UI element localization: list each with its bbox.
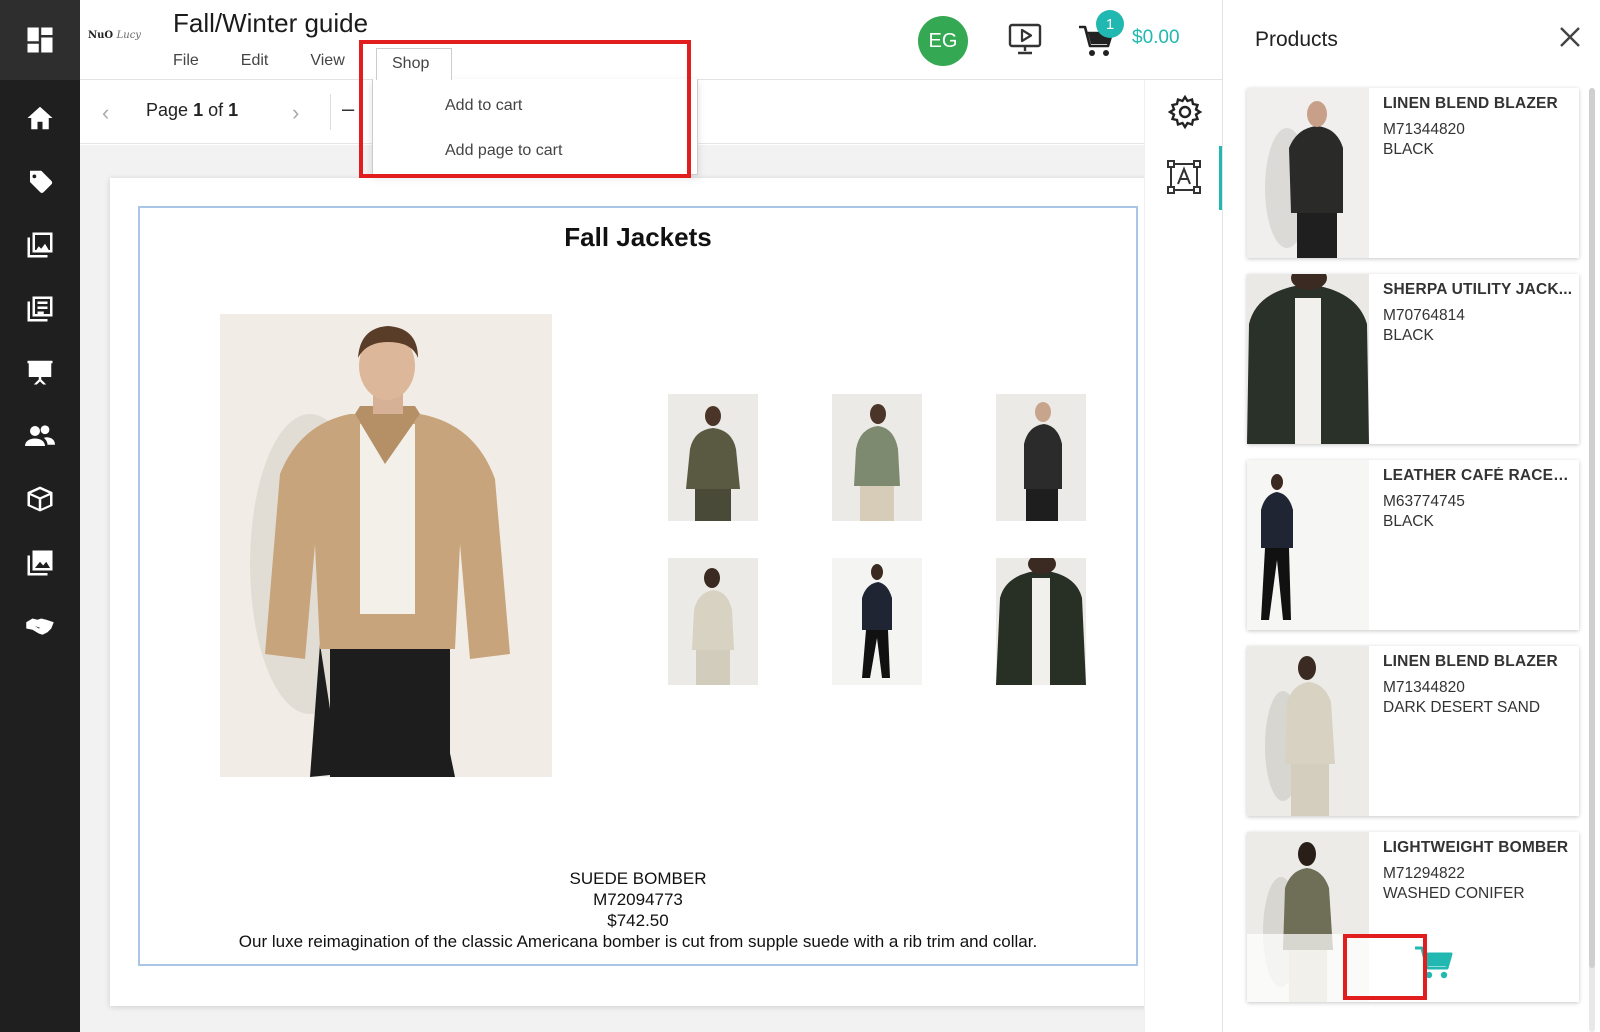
product-card-name: LINEN BLEND BLAZER xyxy=(1383,653,1558,670)
page-frame[interactable]: Fall Jackets SUEDE BOMBER M72094773 $742… xyxy=(138,206,1138,966)
page-current: 1 xyxy=(193,100,204,120)
nav-partners[interactable] xyxy=(0,606,80,646)
menu-item-add-to-cart[interactable]: Add to cart xyxy=(445,97,522,115)
previous-page-button[interactable]: ‹ xyxy=(102,100,109,126)
product-thumbnail[interactable] xyxy=(668,394,758,521)
nav-customers[interactable] xyxy=(0,416,80,456)
panel-title: Products xyxy=(1255,28,1338,51)
document-page[interactable]: Fall Jackets SUEDE BOMBER M72094773 $742… xyxy=(110,178,1170,1006)
product-card-image xyxy=(1247,460,1369,630)
document-title[interactable]: Fall/Winter guide xyxy=(173,8,368,39)
product-card[interactable]: LINEN BLEND BLAZER M71344820 BLACK xyxy=(1247,88,1579,258)
tool-strip xyxy=(1144,80,1223,1032)
product-card-image xyxy=(1247,274,1369,444)
close-panel-button[interactable] xyxy=(1559,24,1581,54)
nav-home[interactable] xyxy=(0,98,80,138)
nav-products[interactable] xyxy=(0,479,80,519)
menu-file[interactable]: File xyxy=(173,52,199,70)
nav-presentations[interactable] xyxy=(0,352,80,392)
nav-images[interactable] xyxy=(0,543,80,583)
presentation-board-icon xyxy=(27,360,53,385)
dashboard-button[interactable] xyxy=(0,0,80,80)
product-card-color: BLACK xyxy=(1383,141,1434,158)
product-thumbnail[interactable] xyxy=(832,394,922,521)
product-card-name: LINEN BLEND BLAZER xyxy=(1383,95,1558,112)
users-icon xyxy=(25,425,55,446)
product-card-name: LEATHER CAFÉ RACE J... xyxy=(1383,467,1573,484)
product-caption[interactable]: SUEDE BOMBER M72094773 $742.50 Our luxe … xyxy=(140,868,1136,952)
app-header: NuO Lucy Fall/Winter guide File Edit Vie… xyxy=(80,0,1222,80)
product-card-sku: M63774745 xyxy=(1383,493,1465,510)
text-box-icon[interactable] xyxy=(1167,160,1201,194)
product-card-sku: M71344820 xyxy=(1383,679,1465,696)
product-thumbnail[interactable] xyxy=(996,394,1086,521)
product-price: $742.50 xyxy=(607,911,669,930)
product-card[interactable]: SHERPA UTILITY JACK... M70764814 BLACK xyxy=(1247,274,1579,444)
user-avatar[interactable]: EG xyxy=(918,16,968,66)
menu-shop[interactable]: Shop xyxy=(376,48,452,80)
logo-script: Lucy xyxy=(116,30,141,41)
nav-tags[interactable] xyxy=(0,162,80,202)
menu-view[interactable]: View xyxy=(310,52,344,70)
hero-product-image[interactable] xyxy=(220,314,552,777)
page-total: 1 xyxy=(228,100,239,120)
home-icon xyxy=(27,106,53,130)
document-list-icon xyxy=(27,296,53,322)
product-sku: M72094773 xyxy=(593,890,683,909)
product-card[interactable]: LEATHER CAFÉ RACE J... M63774745 BLACK xyxy=(1247,460,1579,630)
product-card-name: SHERPA UTILITY JACK... xyxy=(1383,281,1573,298)
page-heading[interactable]: Fall Jackets xyxy=(140,222,1136,253)
product-thumbnail[interactable] xyxy=(668,558,758,685)
menu-bar: File Edit View xyxy=(173,52,387,70)
product-card-sku: M70764814 xyxy=(1383,307,1465,324)
brand-logo[interactable]: NuO Lucy xyxy=(88,30,141,41)
of-word: of xyxy=(208,100,224,120)
logo-text: NuO xyxy=(88,30,114,41)
product-name: SUEDE BOMBER xyxy=(569,869,707,888)
cart-count-badge: 1 xyxy=(1096,10,1124,38)
panel-scrollbar-thumb[interactable] xyxy=(1589,88,1595,968)
page-indicator: Page 1 of 1 xyxy=(146,100,238,121)
gear-icon[interactable] xyxy=(1167,94,1203,130)
product-card[interactable]: LIGHTWEIGHT BOMBER M71294822 WASHED CONI… xyxy=(1247,832,1579,1002)
image-icon xyxy=(27,550,53,576)
menu-item-add-page-to-cart[interactable]: Add page to cart xyxy=(445,142,562,160)
zoom-out-button[interactable]: – xyxy=(342,96,354,122)
product-card-color: BLACK xyxy=(1383,327,1434,344)
add-to-cart-icon[interactable] xyxy=(1413,944,1453,980)
left-nav-rail xyxy=(0,0,80,1032)
product-card-sku: M71294822 xyxy=(1383,865,1465,882)
handshake-icon xyxy=(26,618,54,635)
gallery-stack-icon xyxy=(27,232,53,258)
product-card-image xyxy=(1247,646,1369,816)
box-icon xyxy=(27,486,53,512)
close-icon xyxy=(1560,27,1580,47)
page-word: Page xyxy=(146,100,189,120)
shop-dropdown-menu: Add to cart Add page to cart xyxy=(372,79,698,175)
cart-total[interactable]: $0.00 xyxy=(1132,27,1180,49)
product-card-sku: M71344820 xyxy=(1383,121,1465,138)
toolbar-divider xyxy=(330,94,331,130)
product-thumbnail[interactable] xyxy=(996,558,1086,685)
product-card-color: BLACK xyxy=(1383,513,1434,530)
product-card-name: LIGHTWEIGHT BOMBER xyxy=(1383,839,1569,856)
nav-linesheets[interactable] xyxy=(0,289,80,329)
tag-icon xyxy=(30,170,53,193)
menu-edit[interactable]: Edit xyxy=(241,52,269,70)
next-page-button[interactable]: › xyxy=(292,100,299,126)
product-card[interactable]: LINEN BLEND BLAZER M71344820 DARK DESERT… xyxy=(1247,646,1579,816)
products-panel: Products LINEN BLEND BLAZER M71344820 BL… xyxy=(1222,0,1600,1032)
nav-catalogs[interactable] xyxy=(0,225,80,265)
dashboard-icon xyxy=(27,27,53,53)
product-card-image xyxy=(1247,88,1369,258)
product-description: Our luxe reimagination of the classic Am… xyxy=(238,932,1038,951)
product-card-color: DARK DESERT SAND xyxy=(1383,699,1541,716)
product-thumbnail[interactable] xyxy=(832,558,922,685)
canvas-area: Fall Jackets SUEDE BOMBER M72094773 $742… xyxy=(80,145,1170,1032)
present-icon[interactable] xyxy=(1007,22,1043,56)
product-card-color: WASHED CONIFER xyxy=(1383,885,1525,902)
